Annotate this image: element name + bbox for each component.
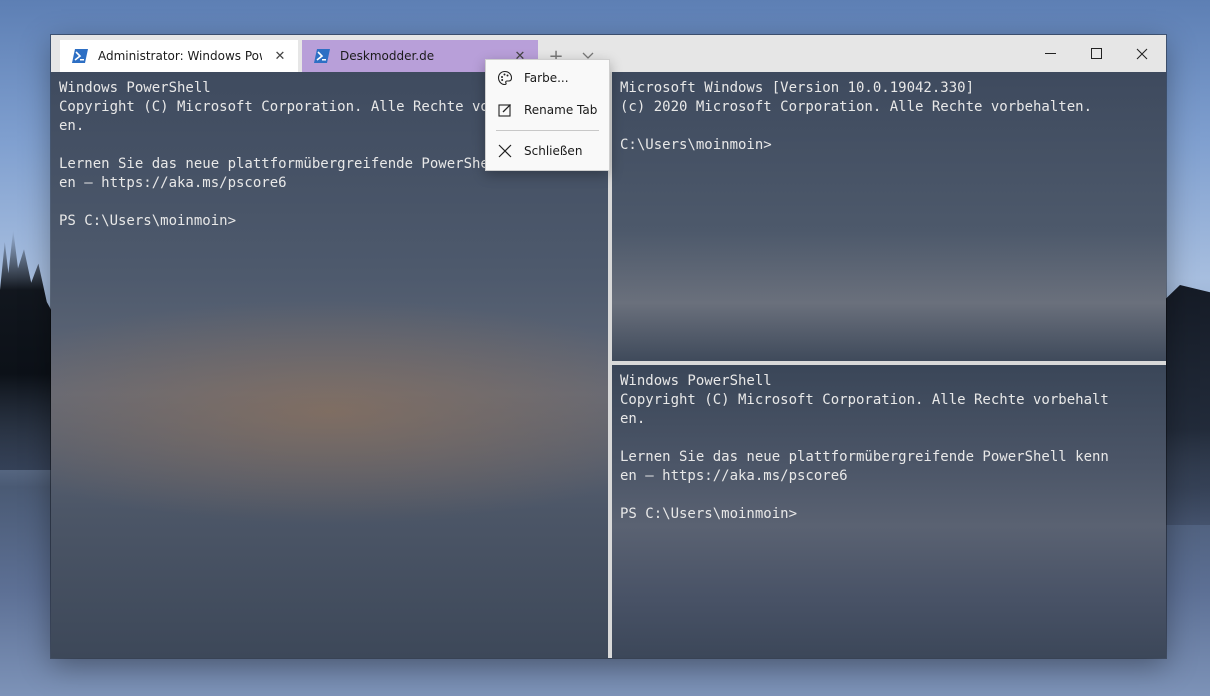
terminal-pane-right-top[interactable]: Microsoft Windows [Version 10.0.19042.33… — [612, 72, 1166, 361]
terminal-output: Windows PowerShell Copyright (C) Microso… — [620, 373, 1109, 522]
menu-item-close[interactable]: Schließen — [486, 136, 609, 166]
menu-separator — [496, 130, 599, 131]
maximize-button[interactable] — [1073, 35, 1119, 72]
tab-title: Deskmodder.de — [340, 49, 435, 63]
tab-context-menu: Farbe... Rename Tab Schließen — [485, 59, 610, 171]
powershell-icon — [72, 48, 88, 64]
rename-icon — [496, 101, 514, 119]
tab-title: Administrator: Windows PowerShell — [98, 49, 262, 63]
menu-item-label: Rename Tab — [524, 103, 598, 117]
close-icon — [496, 142, 514, 160]
powershell-icon — [314, 48, 330, 64]
menu-item-label: Schließen — [524, 144, 583, 158]
desktop-hill — [1160, 285, 1210, 525]
tab-administrator-powershell[interactable]: Administrator: Windows PowerShell ✕ — [60, 40, 298, 72]
palette-icon — [496, 69, 514, 87]
minimize-button[interactable] — [1027, 35, 1073, 72]
menu-item-color[interactable]: Farbe... — [486, 63, 609, 93]
terminal-output: Microsoft Windows [Version 10.0.19042.33… — [620, 80, 1093, 153]
close-window-button[interactable] — [1119, 35, 1165, 72]
tab-close-icon[interactable]: ✕ — [268, 44, 292, 68]
menu-item-label: Farbe... — [524, 71, 569, 85]
terminal-pane-right-bottom[interactable]: Windows PowerShell Copyright (C) Microso… — [612, 365, 1166, 658]
menu-item-rename-tab[interactable]: Rename Tab — [486, 95, 609, 125]
